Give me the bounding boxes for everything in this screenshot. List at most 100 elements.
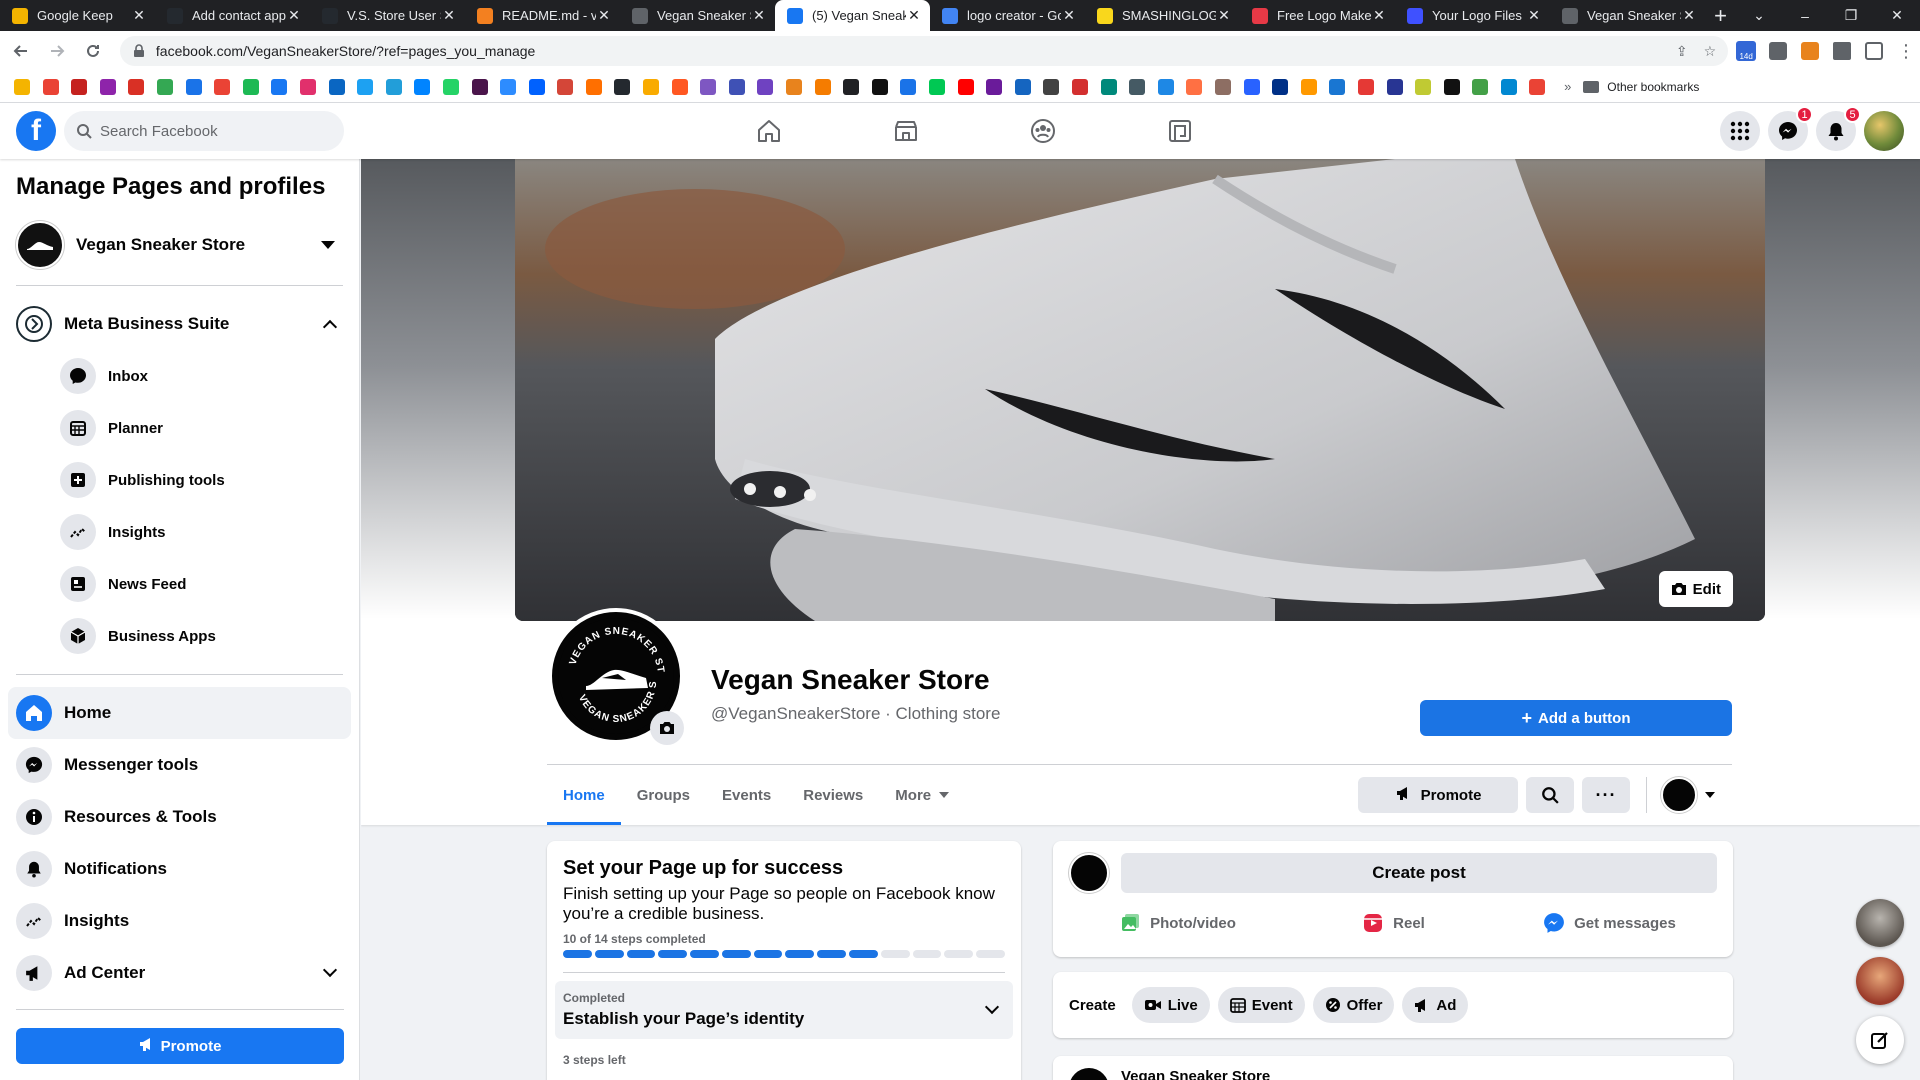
menu-grid-icon[interactable]: [1720, 111, 1760, 151]
create-ad-chip[interactable]: Ad: [1402, 987, 1469, 1023]
bookmark-favicon-icon[interactable]: [786, 78, 803, 95]
close-window-icon[interactable]: ✕: [1874, 7, 1920, 24]
bookmark-favicon-icon[interactable]: [328, 78, 345, 95]
calendar-extension-icon[interactable]: 14d: [1732, 37, 1760, 65]
bookmark-favicon-icon[interactable]: [528, 78, 545, 95]
bookmark-favicon-icon[interactable]: [1300, 78, 1317, 95]
close-tab-icon[interactable]: ✕: [751, 7, 767, 24]
bookmark-favicon-icon[interactable]: [1357, 78, 1374, 95]
page-switcher[interactable]: Vegan Sneaker Store: [16, 217, 343, 273]
chevron-up-icon[interactable]: [322, 319, 338, 335]
create-post-button[interactable]: Create post: [1121, 853, 1717, 893]
tab-groups[interactable]: Groups: [621, 765, 706, 825]
bookmark-favicon-icon[interactable]: [156, 78, 173, 95]
minimize-icon[interactable]: –: [1782, 8, 1828, 24]
bookmark-favicon-icon[interactable]: [1043, 78, 1060, 95]
mbs-item-inbox[interactable]: Inbox: [16, 350, 343, 402]
bookmark-favicon-icon[interactable]: [1443, 78, 1460, 95]
bookmark-favicon-icon[interactable]: [1386, 78, 1403, 95]
new-message-button[interactable]: [1856, 1016, 1904, 1064]
bookmark-favicon-icon[interactable]: [1129, 78, 1146, 95]
bookmark-favicon-icon[interactable]: [557, 78, 574, 95]
browser-tab[interactable]: README.md - ve ✕: [465, 0, 620, 31]
bookmark-favicon-icon[interactable]: [71, 78, 88, 95]
bookmark-favicon-icon[interactable]: [1186, 78, 1203, 95]
tab-events[interactable]: Events: [706, 765, 787, 825]
browser-tab[interactable]: Google Keep ✕: [0, 0, 155, 31]
bookmark-favicon-icon[interactable]: [1472, 78, 1489, 95]
reel-button[interactable]: Reel: [1285, 905, 1501, 941]
chevron-down-icon[interactable]: [322, 962, 338, 978]
browser-tab[interactable]: Your Logo Files | ✕: [1395, 0, 1550, 31]
bookmark-favicon-icon[interactable]: [214, 78, 231, 95]
browser-tab[interactable]: V.S. Store User S ✕: [310, 0, 465, 31]
bookmark-favicon-icon[interactable]: [929, 78, 945, 95]
setup-step-row[interactable]: Completed Establish your Page’s identity: [555, 981, 1013, 1039]
nav-marketplace-icon[interactable]: [837, 103, 974, 159]
get-messages-button[interactable]: Get messages: [1501, 905, 1717, 941]
bookmark-favicon-icon[interactable]: [128, 78, 145, 95]
bookmark-favicon-icon[interactable]: [271, 78, 288, 95]
browser-tab[interactable]: Add contact app ✕: [155, 0, 310, 31]
close-tab-icon[interactable]: ✕: [596, 7, 612, 24]
create-offer-chip[interactable]: Offer: [1312, 987, 1395, 1023]
chat-head-contact[interactable]: [1856, 899, 1904, 947]
create-live-chip[interactable]: Live: [1131, 987, 1210, 1023]
browser-tab[interactable]: Free Logo Maker ✕: [1240, 0, 1395, 31]
nav-gaming-icon[interactable]: [1111, 103, 1248, 159]
add-a-button[interactable]: + Add a button: [1420, 700, 1732, 736]
bookmark-favicon-icon[interactable]: [871, 78, 888, 95]
bookmark-favicon-icon[interactable]: [1157, 78, 1174, 95]
mbs-item-planner[interactable]: Planner: [16, 402, 343, 454]
bookmark-favicon-icon[interactable]: [1529, 78, 1546, 95]
bookmark-favicon-icon[interactable]: [671, 78, 688, 95]
browser-tab[interactable]: (5) Vegan Sneak ✕: [775, 0, 930, 31]
tab-reviews[interactable]: Reviews: [787, 765, 879, 825]
sidebar-item-insights[interactable]: Insights: [16, 895, 343, 947]
browser-tab[interactable]: Vegan Sneaker S ✕: [1550, 0, 1705, 31]
close-tab-icon[interactable]: ✕: [286, 7, 302, 24]
bookmark-favicon-icon[interactable]: [1243, 78, 1260, 95]
mbs-item-publishing-tools[interactable]: Publishing tools: [16, 454, 343, 506]
close-tab-icon[interactable]: ✕: [906, 7, 922, 24]
account-avatar[interactable]: [1864, 111, 1904, 151]
metamask-extension-icon[interactable]: [1796, 37, 1824, 65]
close-tab-icon[interactable]: ✕: [1061, 7, 1077, 24]
search-input[interactable]: Search Facebook: [64, 111, 344, 151]
more-options-button[interactable]: ···: [1582, 777, 1630, 813]
bookmark-favicon-icon[interactable]: [471, 78, 488, 95]
bookmark-favicon-icon[interactable]: [900, 78, 917, 95]
mbs-item-news-feed[interactable]: News Feed: [16, 558, 343, 610]
close-tab-icon[interactable]: ✕: [1681, 7, 1697, 24]
chrome-menu-icon[interactable]: ⋮: [1892, 37, 1920, 65]
tab-more[interactable]: More: [879, 765, 965, 825]
bookmark-favicon-icon[interactable]: [728, 78, 745, 95]
caret-down-icon[interactable]: [321, 241, 335, 249]
close-tab-icon[interactable]: ✕: [1216, 7, 1232, 24]
browser-tab[interactable]: logo creator - Go ✕: [930, 0, 1085, 31]
close-tab-icon[interactable]: ✕: [1371, 7, 1387, 24]
bookmark-favicon-icon[interactable]: [614, 78, 631, 95]
back-icon[interactable]: [6, 36, 36, 66]
bookmark-star-icon[interactable]: ☆: [1704, 43, 1717, 60]
share-icon[interactable]: ⇪: [1676, 43, 1688, 60]
photo-video-button[interactable]: Photo/video: [1069, 905, 1285, 941]
edit-cover-button[interactable]: Edit: [1658, 571, 1733, 607]
other-bookmarks-folder[interactable]: Other bookmarks: [1583, 80, 1699, 94]
sidebar-item-home[interactable]: Home: [8, 687, 351, 739]
side-panel-icon[interactable]: [1860, 37, 1888, 65]
messenger-button[interactable]: 1: [1768, 106, 1813, 151]
page-search-button[interactable]: [1526, 777, 1574, 813]
bookmark-favicon-icon[interactable]: [242, 78, 259, 95]
reload-icon[interactable]: [78, 36, 108, 66]
restore-icon[interactable]: ❐: [1828, 7, 1874, 24]
bookmark-favicon-icon[interactable]: [814, 78, 831, 95]
bookmark-favicon-icon[interactable]: [1415, 78, 1432, 95]
bookmark-favicon-icon[interactable]: [500, 78, 517, 95]
bookmark-favicon-icon[interactable]: [1329, 78, 1346, 95]
browser-tab[interactable]: SMASHINGLOGO✕: [1085, 0, 1240, 31]
mbs-item-business-apps[interactable]: Business Apps: [16, 610, 343, 662]
bookmark-favicon-icon[interactable]: [42, 78, 59, 95]
acting-as-switcher[interactable]: [1646, 777, 1715, 813]
bookmark-favicon-icon[interactable]: [185, 78, 202, 95]
